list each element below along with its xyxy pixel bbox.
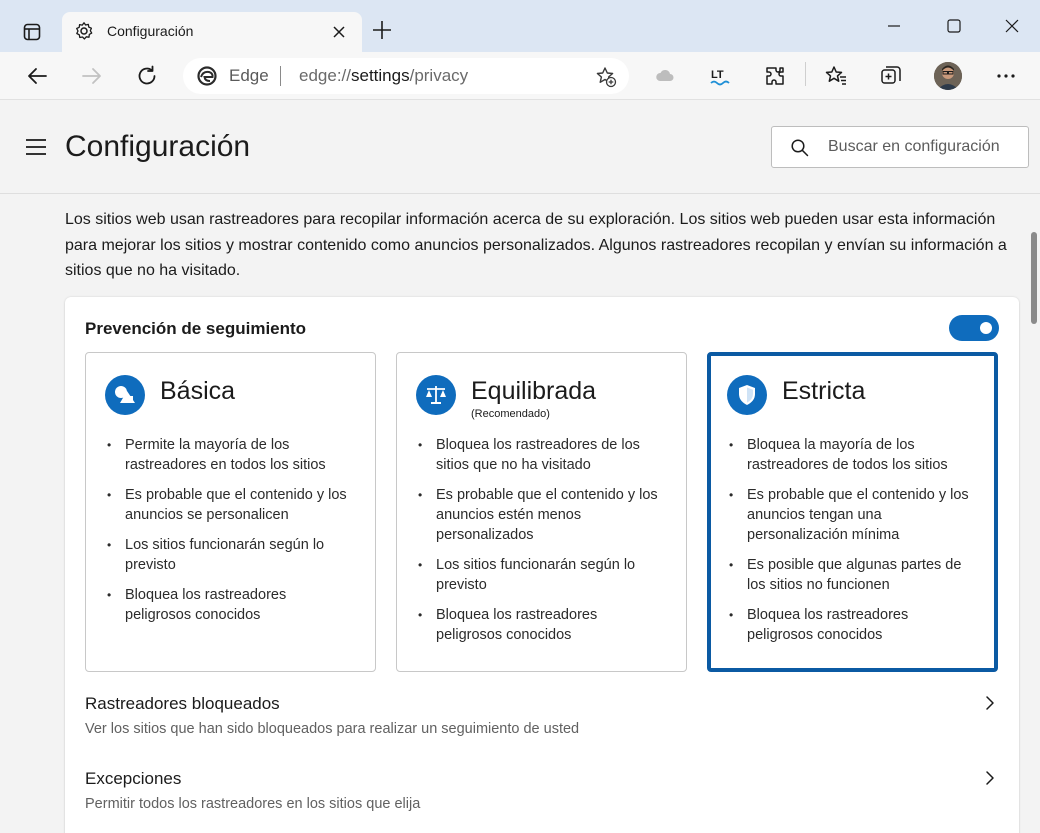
level-name: Estricta — [782, 377, 866, 405]
exceptions-row[interactable]: Excepciones Permitir todos los rastreado… — [65, 769, 1019, 833]
site-label: Edge — [229, 66, 269, 85]
shield-icon — [727, 375, 767, 415]
level-bullet: Es probable que el contenido y los anunc… — [105, 485, 355, 525]
more-icon[interactable] — [992, 62, 1020, 90]
row-description: Permitir todos los rastreadores en los s… — [85, 796, 421, 812]
level-strict-option[interactable]: Estricta Bloquea la mayoría de los rastr… — [707, 352, 998, 672]
new-tab-icon[interactable] — [370, 18, 394, 42]
favorites-icon[interactable] — [822, 62, 850, 90]
level-balanced-option[interactable]: Equilibrada (Recomendado) Bloquea los ra… — [396, 352, 687, 672]
search-icon — [790, 138, 810, 163]
add-favorite-icon[interactable] — [595, 66, 617, 93]
address-bar[interactable]: Edge edge://settings/privacy — [183, 58, 629, 94]
tracking-prevention-card: Prevención de seguimiento Básica Permite… — [65, 297, 1019, 833]
level-name: Básica — [160, 377, 236, 405]
svg-text:LT: LT — [711, 69, 724, 81]
chevron-right-icon — [981, 769, 999, 792]
url-text[interactable]: edge://settings/privacy — [299, 66, 468, 86]
edge-logo-icon — [197, 66, 217, 91]
level-recommended-label: (Recomendado) — [471, 408, 550, 420]
level-bullet: Bloquea la mayoría de los rastreadores d… — [727, 435, 977, 475]
level-bullet: Los sitios funcionarán según lo previsto — [105, 535, 355, 575]
collections-icon[interactable] — [877, 62, 905, 90]
level-bullet: Bloquea los rastreadores peligrosos cono… — [105, 585, 355, 625]
level-bullet: Permite la mayoría de los rastreadores e… — [105, 435, 355, 475]
search-input[interactable] — [828, 135, 1022, 159]
back-icon[interactable] — [23, 62, 51, 90]
shapes-icon — [105, 375, 145, 415]
level-bullet: Es posible que algunas partes de los sit… — [727, 555, 977, 595]
row-title: Rastreadores bloqueados — [85, 694, 280, 713]
tracking-prevention-toggle[interactable] — [949, 315, 999, 341]
active-tab[interactable]: Configuración — [62, 12, 362, 52]
row-description: Ver los sitios que han sido bloqueados p… — [85, 721, 580, 737]
profile-avatar[interactable] — [934, 62, 962, 90]
settings-search[interactable] — [771, 126, 1029, 168]
forward-icon[interactable] — [78, 62, 106, 90]
menu-icon[interactable] — [26, 139, 48, 155]
level-bullet: Bloquea los rastreadores peligrosos cono… — [416, 605, 666, 645]
cloud-icon[interactable] — [651, 62, 679, 90]
close-tab-icon[interactable] — [330, 23, 348, 41]
tracking-prevention-label: Prevención de seguimiento — [85, 319, 307, 338]
toggle-knob — [980, 322, 992, 334]
scrollbar-thumb[interactable] — [1031, 232, 1037, 324]
browser-toolbar: Edge edge://settings/privacy LT — [0, 52, 1040, 100]
level-name: Equilibrada — [471, 377, 597, 405]
blocked-trackers-row[interactable]: Rastreadores bloqueados Ver los sitios q… — [65, 694, 1019, 766]
toolbar-divider — [805, 62, 806, 86]
title-bar: Configuración — [0, 0, 1040, 52]
intro-text: Los sitios web usan rastreadores para re… — [65, 211, 1007, 279]
level-bullets: Bloquea la mayoría de los rastreadores d… — [727, 435, 977, 655]
scale-icon — [416, 375, 456, 415]
row-title: Excepciones — [85, 769, 182, 788]
tab-actions-icon[interactable] — [14, 16, 50, 48]
address-divider — [280, 66, 281, 86]
level-bullet: Es probable que el contenido y los anunc… — [416, 485, 666, 545]
level-bullet: Bloquea los rastreadores peligrosos cono… — [727, 605, 977, 645]
level-bullet: Bloquea los rastreadores de los sitios q… — [416, 435, 666, 475]
chevron-right-icon — [981, 694, 999, 717]
level-bullet: Es probable que el contenido y los anunc… — [727, 485, 977, 545]
gear-icon — [74, 21, 94, 46]
settings-header: Configuración — [0, 101, 1040, 194]
extensions-icon[interactable] — [761, 62, 789, 90]
lt-extension-icon[interactable]: LT — [706, 62, 734, 90]
close-window-icon[interactable] — [998, 12, 1026, 40]
level-bullets: Permite la mayoría de los rastreadores e… — [105, 435, 355, 635]
level-bullet: Los sitios funcionarán según lo previsto — [416, 555, 666, 595]
minimize-icon[interactable] — [880, 12, 908, 40]
maximize-icon[interactable] — [940, 12, 968, 40]
refresh-icon[interactable] — [133, 62, 161, 90]
tab-title: Configuración — [107, 23, 194, 39]
page-title: Configuración — [65, 130, 251, 163]
level-basic-option[interactable]: Básica Permite la mayoría de los rastrea… — [85, 352, 376, 672]
level-bullets: Bloquea los rastreadores de los sitios q… — [416, 435, 666, 655]
